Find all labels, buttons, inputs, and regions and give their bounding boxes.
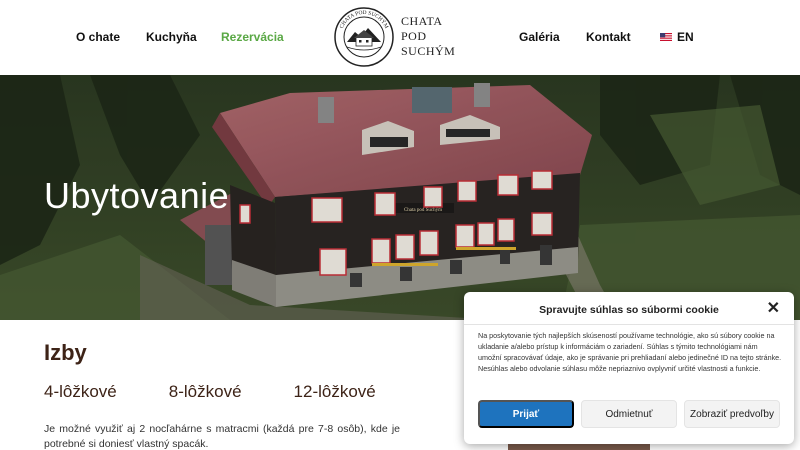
nav-kontakt[interactable]: Kontakt bbox=[586, 30, 631, 44]
site-logo[interactable]: CHATA POD SUCHÝM CHATA POD SUCHÝM bbox=[333, 6, 458, 70]
cookie-consent-dialog: Spravujte súhlas so súbormi cookie ✕ Na … bbox=[464, 292, 794, 444]
site-header: O chate Kuchyňa Rezervácia CHATA POD SUC… bbox=[0, 0, 800, 75]
accept-button[interactable]: Prijať bbox=[478, 400, 574, 428]
cookie-divider bbox=[464, 324, 794, 325]
room-tabs: 4-lôžkové 8-lôžkové 12-lôžkové bbox=[44, 382, 428, 402]
logo-line-2: POD bbox=[401, 29, 427, 43]
tab-4-bed[interactable]: 4-lôžkové bbox=[44, 382, 117, 402]
hero-banner: Chata pod Suchým Ubytovanie bbox=[0, 75, 800, 320]
language-switcher[interactable]: EN bbox=[660, 30, 694, 44]
section-title: Izby bbox=[44, 340, 87, 365]
nav-galeria[interactable]: Galéria bbox=[519, 30, 560, 44]
nav-kuchyna[interactable]: Kuchyňa bbox=[146, 30, 197, 44]
nav-rezervacia[interactable]: Rezervácia bbox=[221, 30, 284, 44]
deny-button[interactable]: Odmietnuť bbox=[581, 400, 677, 428]
preferences-button[interactable]: Zobraziť predvoľby bbox=[684, 400, 780, 428]
logo-wordmark: CHATA POD SUCHÝM bbox=[401, 14, 455, 59]
close-icon[interactable]: ✕ bbox=[767, 301, 780, 317]
room-description: Je možné využiť aj 2 nocľahárne s matrac… bbox=[44, 423, 400, 450]
us-flag-icon bbox=[660, 33, 672, 41]
logo-seal-icon: CHATA POD SUCHÝM bbox=[334, 7, 394, 67]
tab-12-bed[interactable]: 12-lôžkové bbox=[294, 382, 376, 402]
cookie-body: Na poskytovanie tých najlepších skúsenos… bbox=[478, 331, 782, 373]
cookie-title: Spravujte súhlas so súbormi cookie bbox=[539, 304, 719, 316]
page-title: Ubytovanie bbox=[44, 175, 230, 216]
logo-line-1: CHATA bbox=[401, 14, 443, 28]
language-label: EN bbox=[677, 30, 694, 44]
tab-8-bed[interactable]: 8-lôžkové bbox=[169, 382, 242, 402]
logo-line-3: SUCHÝM bbox=[401, 44, 456, 58]
nav-o-chate[interactable]: O chate bbox=[76, 30, 120, 44]
